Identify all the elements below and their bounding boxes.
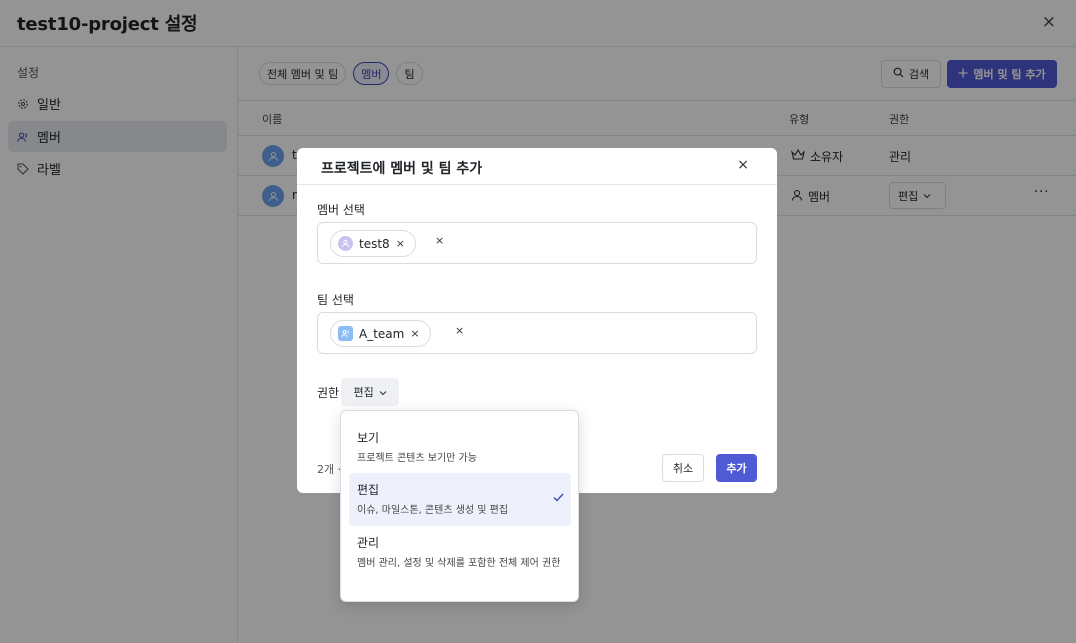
remove-tag-icon[interactable]: × [396,237,405,250]
member-tag: test8 × [330,230,416,257]
permission-label: 권한 [317,385,340,400]
modal-divider [297,184,777,185]
member-select-label: 멤버 선택 [317,203,365,217]
chevron-down-icon [379,386,387,399]
option-title: 관리 [357,536,380,550]
clear-teams-icon[interactable]: × [455,324,464,337]
team-select-label: 팀 선택 [317,293,354,307]
team-select-field[interactable]: A_team × × [317,312,757,354]
close-icon[interactable]: × [737,157,749,173]
permission-row: 권한 편집 [317,378,400,406]
permission-option-edit[interactable]: 편집 이슈, 마일스톤, 콘텐츠 생성 및 편집 [349,473,571,526]
team-tag-label: A_team [359,326,405,341]
option-title: 보기 [357,431,380,445]
permission-option-view[interactable]: 보기 프로젝트 콘텐츠 보기만 가능 [349,421,571,475]
member-tag-label: test8 [359,236,390,251]
team-tag: A_team × [330,320,431,347]
check-icon [553,491,564,505]
option-description: 이슈, 마일스톤, 콘텐츠 생성 및 편집 [357,505,509,516]
selection-count: 2개 · [317,463,342,476]
permission-menu: 보기 프로젝트 콘텐츠 보기만 가능 편집 이슈, 마일스톤, 콘텐츠 생성 및… [340,410,579,602]
cancel-button[interactable]: 취소 [662,454,704,482]
modal-title: 프로젝트에 멤버 및 팀 추가 [321,161,483,177]
remove-tag-icon[interactable]: × [410,327,419,340]
option-description: 프로젝트 콘텐츠 보기만 가능 [357,453,477,464]
add-button[interactable]: 추가 [716,454,757,482]
member-select-field[interactable]: test8 × × [317,222,757,264]
permission-dropdown-value: 편집 [353,386,374,399]
user-avatar-icon [338,236,353,251]
option-description: 멤버 관리, 설정 및 삭제를 포함한 전체 제어 권한 [357,558,561,569]
clear-members-icon[interactable]: × [435,234,444,247]
team-avatar-icon [338,326,353,341]
permission-dropdown[interactable]: 편집 [341,378,400,406]
permission-option-admin[interactable]: 관리 멤버 관리, 설정 및 삭제를 포함한 전체 제어 권한 [349,526,571,580]
option-title: 편집 [357,483,380,497]
